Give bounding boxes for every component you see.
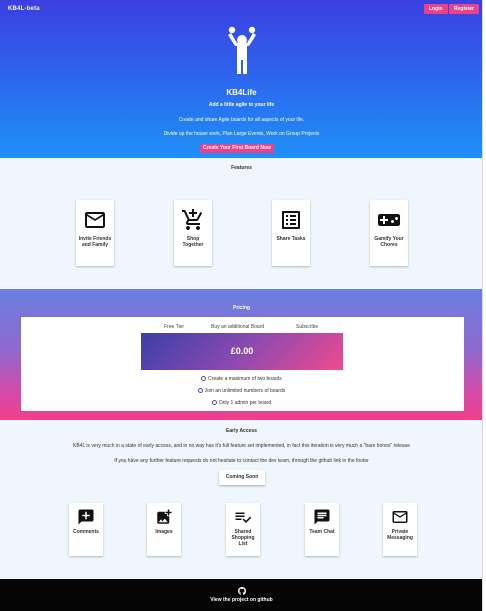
pricing-feature: Create a maximum of two boards bbox=[0, 376, 482, 382]
feature-card-gamify[interactable]: Gamify Your Chores bbox=[370, 200, 408, 266]
create-board-button[interactable]: Create Your First Board Now bbox=[200, 144, 274, 153]
upcoming-card-team-chat[interactable]: Team Chat bbox=[305, 503, 339, 556]
upcoming-label: Comments bbox=[73, 529, 99, 535]
upcoming-label: Team Chat bbox=[309, 529, 335, 535]
feature-card-invite[interactable]: Invite Friends and Family bbox=[76, 200, 114, 266]
early-access-text-1: KB4L is very much in a state of early ac… bbox=[73, 443, 410, 449]
page: KB4L-beta Login Register KB4Life Add a l… bbox=[0, 0, 483, 611]
price-display: £0.00 bbox=[141, 333, 343, 370]
mail-icon bbox=[85, 212, 105, 228]
list-icon bbox=[282, 211, 300, 229]
hero-section: KB4L-beta Login Register KB4Life Add a l… bbox=[0, 0, 482, 158]
login-button[interactable]: Login bbox=[424, 4, 448, 14]
pricing-feature: Only 1 admin per board bbox=[0, 400, 482, 406]
add-photo-icon bbox=[157, 509, 172, 524]
upcoming-label: Images bbox=[155, 529, 173, 535]
github-icon[interactable] bbox=[238, 587, 246, 595]
upcoming-label: Private Messaging bbox=[387, 529, 413, 541]
feature-card-shop[interactable]: Shop Together bbox=[174, 200, 212, 266]
hero-subtitle: Add a little agile to your life bbox=[208, 102, 275, 108]
gamepad-icon bbox=[378, 214, 400, 226]
early-access-text-2: If you have any further feature requests… bbox=[114, 458, 369, 464]
comment-add-icon bbox=[78, 509, 94, 525]
tab-subscribe[interactable]: Subscribe bbox=[296, 324, 318, 330]
playlist-check-icon bbox=[235, 512, 252, 523]
tab-buy-board[interactable]: Buy an additional Board bbox=[211, 324, 264, 330]
upcoming-card-comments[interactable]: Comments bbox=[69, 503, 103, 556]
brand-title[interactable]: KB4L-beta bbox=[8, 6, 40, 12]
pricing-title: Pricing bbox=[233, 305, 250, 311]
upcoming-card-shopping-list[interactable]: Shared Shopping List bbox=[226, 503, 260, 556]
check-circle-icon bbox=[211, 400, 217, 405]
footer: View the project on github bbox=[0, 579, 482, 611]
feature-label: Invite Friends and Family bbox=[78, 236, 112, 248]
check-circle-icon bbox=[197, 388, 203, 393]
hero-description-2: Divide up the house work, Plan Large Eve… bbox=[163, 131, 320, 137]
feature-card-tasks[interactable]: Share Tasks bbox=[272, 200, 310, 266]
coming-soon-button[interactable]: Coming Soon bbox=[219, 470, 265, 485]
github-link[interactable]: View the project on github bbox=[0, 597, 482, 603]
upcoming-label: Shared Shopping List bbox=[231, 529, 255, 547]
upcoming-card-private-messaging[interactable]: Private Messaging bbox=[383, 503, 417, 556]
pricing-feature: Join an unlimited numbers of boards bbox=[0, 388, 482, 394]
early-access-title: Early Access bbox=[226, 428, 257, 434]
mail-icon bbox=[392, 511, 408, 523]
add-shopping-cart-icon bbox=[182, 209, 203, 230]
upcoming-card-images[interactable]: Images bbox=[147, 503, 181, 556]
feature-label: Share Tasks bbox=[276, 236, 306, 242]
check-circle-icon bbox=[201, 376, 207, 381]
hero-description-1: Create and share Agile boards for all as… bbox=[178, 117, 305, 123]
hero-title: KB4Life bbox=[226, 88, 257, 97]
register-button[interactable]: Register bbox=[449, 4, 480, 14]
chat-icon bbox=[314, 509, 330, 525]
feature-label: Shop Together bbox=[182, 236, 204, 248]
feature-label: Gamify Your Chores bbox=[374, 236, 404, 248]
features-title: Features bbox=[231, 165, 252, 171]
juggler-logo-icon bbox=[228, 26, 256, 74]
tab-free-tier[interactable]: Free Tier bbox=[164, 324, 184, 330]
